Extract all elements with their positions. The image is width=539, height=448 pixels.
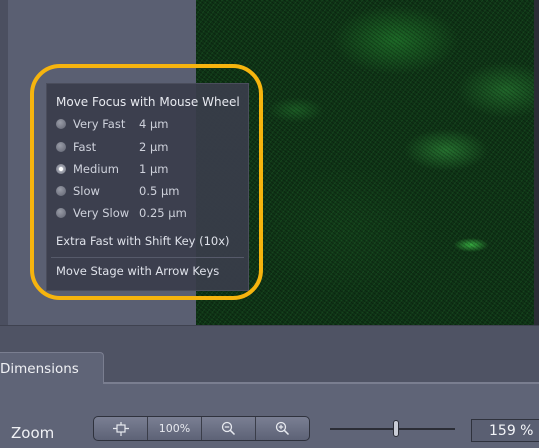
radio-selected-icon[interactable] bbox=[56, 164, 66, 174]
radio-icon[interactable] bbox=[56, 208, 66, 218]
radio-icon[interactable] bbox=[56, 142, 66, 152]
zoom-in-icon bbox=[275, 421, 290, 436]
focus-popup: Move Focus with Mouse Wheel Very Fast 4 … bbox=[46, 83, 249, 291]
speed-value: 0.25 µm bbox=[139, 206, 187, 220]
speed-value: 2 µm bbox=[139, 140, 169, 154]
tab-dimensions-label: Dimensions bbox=[0, 361, 79, 377]
speed-option-fast[interactable]: Fast 2 µm bbox=[56, 139, 169, 155]
fit-icon bbox=[112, 421, 129, 436]
speed-label: Fast bbox=[73, 140, 97, 154]
speed-value: 4 µm bbox=[139, 117, 169, 131]
zoom-out-button[interactable] bbox=[202, 417, 256, 440]
toolbar-band bbox=[0, 325, 539, 352]
speed-label: Very Slow bbox=[73, 206, 130, 220]
speed-label: Very Fast bbox=[73, 117, 126, 131]
tab-dimensions[interactable]: Dimensions bbox=[0, 352, 104, 384]
speed-value: 1 µm bbox=[139, 162, 169, 176]
zoom-in-button[interactable] bbox=[256, 417, 309, 440]
zoom-value-field[interactable]: 159 % bbox=[471, 419, 539, 442]
dimensions-panel: Zoom 100% 159 % bbox=[0, 384, 539, 448]
speed-option-very-slow[interactable]: Very Slow 0.25 µm bbox=[56, 205, 187, 221]
stage-arrow-keys-hint: Move Stage with Arrow Keys bbox=[56, 264, 220, 278]
zoom-slider-thumb[interactable] bbox=[393, 420, 400, 437]
radio-icon[interactable] bbox=[56, 119, 66, 129]
speed-label: Medium bbox=[73, 162, 119, 176]
speed-option-medium[interactable]: Medium 1 µm bbox=[56, 161, 169, 177]
fit-to-window-button[interactable] bbox=[94, 417, 148, 440]
zoom-button-group: 100% bbox=[93, 416, 310, 441]
zoom-label: Zoom bbox=[11, 424, 55, 442]
popup-title: Move Focus with Mouse Wheel bbox=[56, 95, 240, 109]
speed-value: 0.5 µm bbox=[139, 184, 180, 198]
radio-icon[interactable] bbox=[56, 186, 66, 196]
image-scrollbar[interactable] bbox=[534, 0, 539, 325]
zoom-out-icon bbox=[221, 421, 236, 436]
extra-fast-hint: Extra Fast with Shift Key (10x) bbox=[56, 234, 230, 248]
speed-option-slow[interactable]: Slow 0.5 µm bbox=[56, 183, 179, 199]
left-panel-strip bbox=[0, 0, 8, 325]
speed-option-very-fast[interactable]: Very Fast 4 µm bbox=[56, 116, 169, 132]
popup-divider bbox=[51, 257, 244, 258]
zoom-100-button[interactable]: 100% bbox=[148, 417, 202, 440]
speed-label: Slow bbox=[73, 184, 100, 198]
